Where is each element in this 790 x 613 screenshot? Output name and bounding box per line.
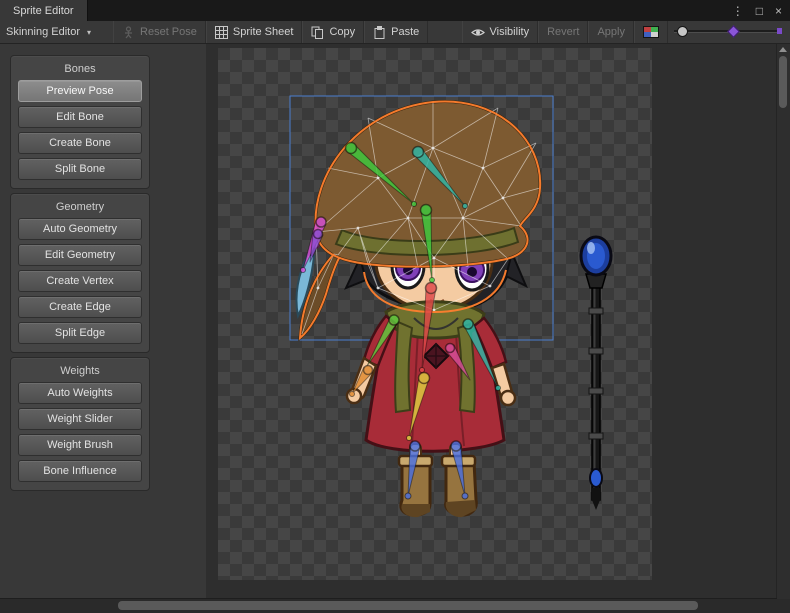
vertical-scroll-thumb[interactable] [779,56,787,108]
color-swatch-icon [643,26,659,38]
edit-bone-button[interactable]: Edit Bone [18,106,142,128]
weights-panel-title: Weights [18,363,142,379]
paste-label: Paste [391,26,419,38]
sprite-canvas[interactable] [206,44,777,599]
weight-slider-button[interactable]: Weight Slider [18,408,142,430]
paste-icon [373,26,386,39]
bones-panel: Bones Preview Pose Edit Bone Create Bone… [10,55,150,189]
create-vertex-button[interactable]: Create Vertex [18,270,142,292]
sprite-sheet-button[interactable]: Sprite Sheet [206,21,303,43]
slider-end-marker [777,28,782,34]
apply-button[interactable]: Apply [588,21,634,43]
reset-pose-label: Reset Pose [140,26,197,38]
create-edge-button[interactable]: Create Edge [18,296,142,318]
overlay-color-button[interactable] [634,21,668,43]
skinning-editor-dropdown[interactable]: Skinning Editor ▾ [0,21,99,43]
create-bone-button[interactable]: Create Bone [18,132,142,154]
vertical-scrollbar[interactable] [776,44,790,599]
eye-icon [471,26,485,39]
opacity-slider[interactable] [674,25,780,39]
apply-label: Apply [597,26,625,38]
scroll-up-arrow-icon[interactable] [779,47,787,52]
tab-sprite-editor[interactable]: Sprite Editor [0,0,88,21]
weights-panel: Weights Auto Weights Weight Slider Weigh… [10,357,150,491]
close-icon[interactable]: × [775,5,782,17]
auto-weights-button[interactable]: Auto Weights [18,382,142,404]
chevron-down-icon: ▾ [87,28,91,37]
split-edge-button[interactable]: Split Edge [18,322,142,344]
horizontal-scroll-thumb[interactable] [118,601,698,610]
bones-panel-title: Bones [18,61,142,77]
reset-pose-button[interactable]: Reset Pose [113,21,206,43]
split-bone-button[interactable]: Split Bone [18,158,142,180]
staff-sprite [581,237,611,510]
revert-label: Revert [547,26,579,38]
copy-button[interactable]: Copy [302,21,364,43]
weight-brush-button[interactable]: Weight Brush [18,434,142,456]
auto-geometry-button[interactable]: Auto Geometry [18,218,142,240]
scrollbar-corner [777,599,790,613]
copy-icon [311,26,324,39]
sprite-sheet-icon [215,26,228,39]
sprite-editor-window: Sprite Editor ⋮ □ × Skinning Editor ▾ Re… [0,0,790,613]
geometry-panel-title: Geometry [18,199,142,215]
toolbar-spacer [428,21,461,43]
revert-button[interactable]: Revert [538,21,588,43]
tab-bar: Sprite Editor ⋮ □ × [0,0,790,21]
skinning-view[interactable] [218,48,652,580]
maximize-icon[interactable]: □ [756,5,763,17]
window-controls: ⋮ □ × [732,0,782,21]
slider-purple-marker[interactable] [727,25,740,38]
edit-geometry-button[interactable]: Edit Geometry [18,244,142,266]
preview-pose-button[interactable]: Preview Pose [18,80,142,102]
mode-label: Skinning Editor [6,26,80,38]
reset-pose-icon [122,26,135,39]
bone-influence-button[interactable]: Bone Influence [18,460,142,482]
sprite-sheet-label: Sprite Sheet [233,26,294,38]
slider-thumb[interactable] [677,26,688,37]
kebab-menu-icon[interactable]: ⋮ [732,5,744,17]
toolbar: Skinning Editor ▾ Reset Pose Sprite Shee… [0,21,790,44]
visibility-button[interactable]: Visibility [462,21,539,43]
visibility-label: Visibility [490,26,530,38]
geometry-panel: Geometry Auto Geometry Edit Geometry Cre… [10,193,150,353]
paste-button[interactable]: Paste [364,21,428,43]
horizontal-scrollbar[interactable] [0,598,777,613]
copy-label: Copy [329,26,355,38]
tab-title: Sprite Editor [13,5,74,17]
